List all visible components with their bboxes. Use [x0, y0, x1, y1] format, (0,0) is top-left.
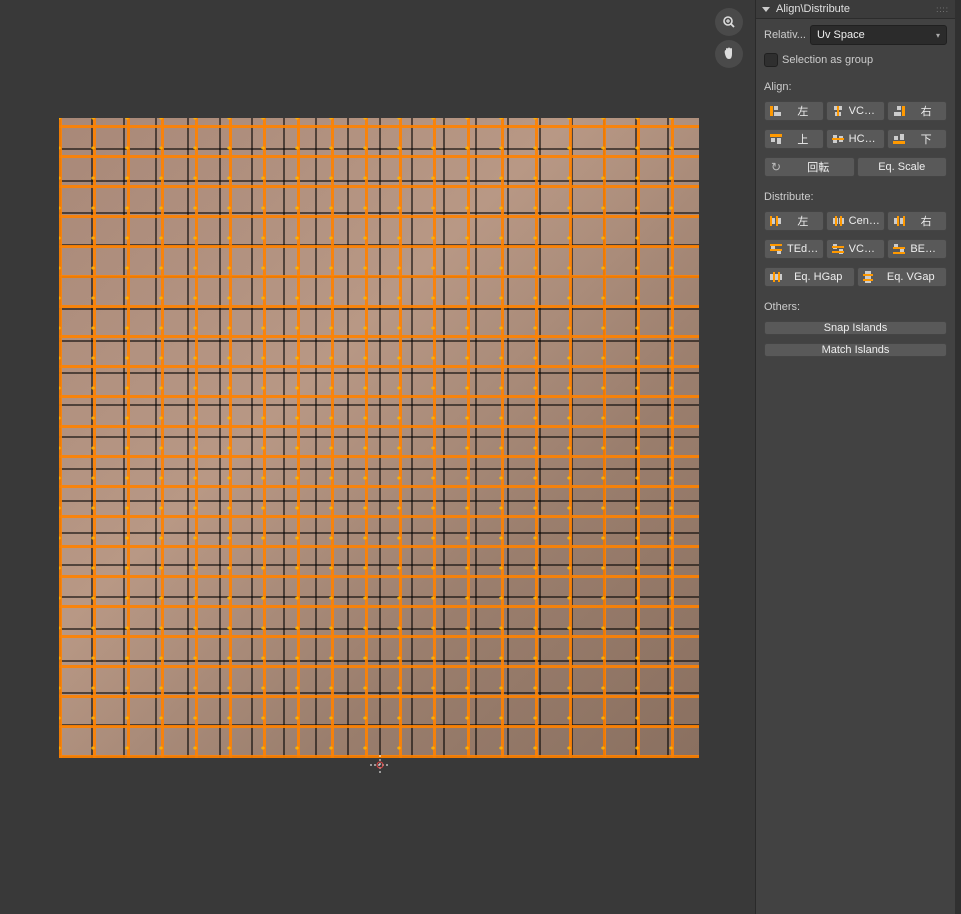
align-rotation-button[interactable]: 回転 [764, 157, 855, 177]
align-bottom-button[interactable]: 下 [887, 129, 947, 149]
relative-to-value: Uv Space [817, 29, 865, 41]
distribute-bedges-button[interactable]: BEdges [887, 239, 947, 259]
rotation-icon [769, 161, 783, 173]
relative-to-select[interactable]: Uv Space ▾ [810, 25, 947, 45]
match-islands-button[interactable]: Match Islands [764, 343, 947, 357]
align-bottom-icon [892, 133, 906, 145]
distribute-row-3: Eq. HGap Eq. VGap [764, 267, 947, 287]
align-right-button[interactable]: 右 [887, 101, 947, 121]
eq-hgap-button[interactable]: Eq. HGap [764, 267, 855, 287]
zoom-button[interactable] [715, 8, 743, 36]
vcen-icon [831, 243, 845, 255]
distribute-left-icon [769, 215, 783, 227]
eq-vgap-button[interactable]: Eq. VGap [857, 267, 948, 287]
distribute-tedges-button[interactable]: TEdges [764, 239, 824, 259]
panel-title: Align\Distribute [776, 3, 850, 15]
align-vcenter-icon [831, 105, 845, 117]
distribute-section-label: Distribute: [764, 191, 947, 203]
panel-header[interactable]: Align\Distribute :::: [756, 0, 955, 19]
distribute-center-button[interactable]: Center [826, 211, 886, 231]
vgap-icon [862, 271, 876, 283]
panel-scrollbar[interactable] [955, 0, 961, 914]
relative-to-row: Relativ... Uv Space ▾ [764, 25, 947, 45]
align-hcenter-button[interactable]: HCen... [826, 129, 886, 149]
snap-islands-button[interactable]: Snap Islands [764, 321, 947, 335]
2d-cursor [370, 755, 390, 775]
align-right-icon [892, 105, 906, 117]
align-hcenter-icon [831, 133, 845, 145]
align-row-3: 回転 Eq. Scale [764, 157, 947, 177]
tedges-icon [769, 243, 783, 255]
align-eq-scale-button[interactable]: Eq. Scale [857, 157, 948, 177]
selection-as-group-checkbox[interactable] [764, 53, 778, 67]
panel-drag-icon: :::: [936, 5, 949, 14]
align-vcenter-button[interactable]: VCen... [826, 101, 886, 121]
align-top-button[interactable]: 上 [764, 129, 824, 149]
uv-texture-image [59, 118, 699, 758]
distribute-row-1: 左 Center 右 [764, 211, 947, 231]
panel-body: Relativ... Uv Space ▾ Selection as group… [756, 19, 955, 371]
selection-as-group-label: Selection as group [782, 54, 873, 66]
uv-editor-viewport[interactable] [0, 0, 755, 914]
chevron-down-icon: ▾ [936, 31, 940, 40]
bedges-icon [892, 243, 906, 255]
distribute-vcen-button[interactable]: VCen... [826, 239, 886, 259]
distribute-left-button[interactable]: 左 [764, 211, 824, 231]
collapse-triangle-icon [762, 7, 770, 12]
align-left-icon [769, 105, 783, 117]
distribute-row-2: TEdges VCen... BEdges [764, 239, 947, 259]
hgap-icon [769, 271, 783, 283]
relative-to-label: Relativ... [764, 29, 806, 41]
others-section-label: Others: [764, 301, 947, 313]
distribute-center-icon [831, 215, 845, 227]
align-row-1: 左 VCen... 右 [764, 101, 947, 121]
distribute-right-button[interactable]: 右 [887, 211, 947, 231]
align-distribute-panel: Align\Distribute :::: Relativ... Uv Spac… [755, 0, 955, 914]
distribute-right-icon [892, 215, 906, 227]
align-row-2: 上 HCen... 下 [764, 129, 947, 149]
selection-as-group-row: Selection as group [764, 53, 947, 67]
align-top-icon [769, 133, 783, 145]
align-left-button[interactable]: 左 [764, 101, 824, 121]
align-section-label: Align: [764, 81, 947, 93]
pan-button[interactable] [715, 40, 743, 68]
uv-vertices [59, 118, 699, 758]
